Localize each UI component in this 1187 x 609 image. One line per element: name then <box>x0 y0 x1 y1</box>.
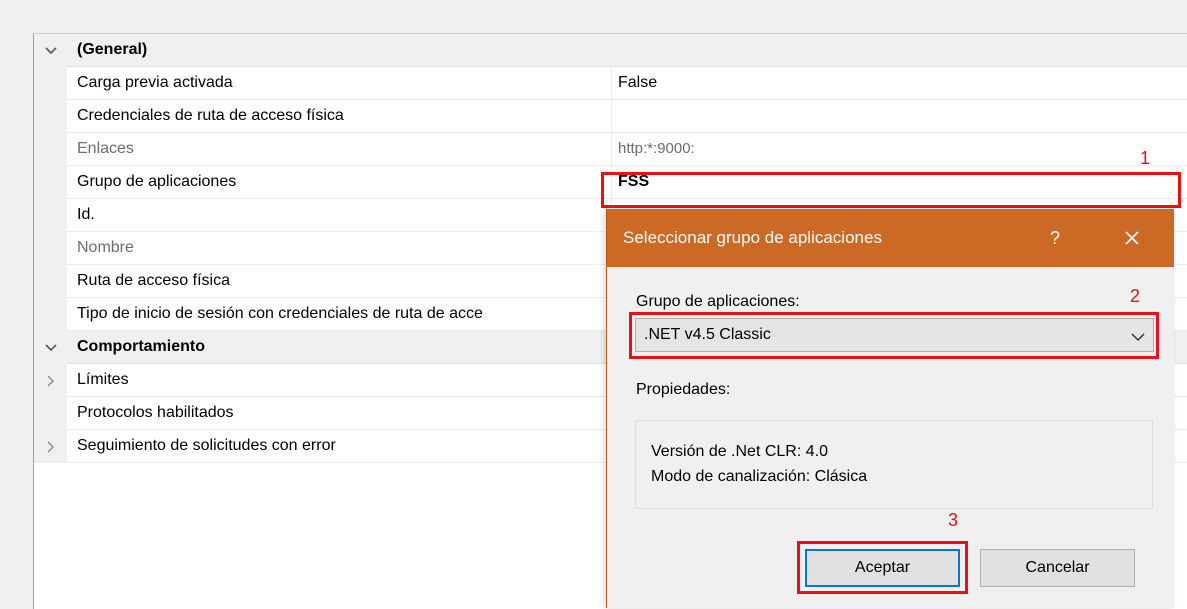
row-gutter <box>34 397 67 430</box>
select-app-pool-dialog: Seleccionar grupo de aplicaciones ? Grup… <box>606 209 1174 608</box>
property-name: Seguimiento de solicitudes con error <box>77 437 336 454</box>
chevron-down-icon[interactable] <box>34 34 67 67</box>
property-name: Nombre <box>77 239 134 256</box>
property-name: Credenciales de ruta de acceso física <box>77 107 344 124</box>
dialog-title: Seleccionar grupo de aplicaciones <box>623 228 882 247</box>
chevron-down-icon[interactable] <box>34 331 67 364</box>
annotation-number: 2 <box>1130 286 1141 306</box>
category-label: Comportamiento <box>77 338 205 355</box>
property-name: Enlaces <box>77 140 134 157</box>
property-name: Grupo de aplicaciones <box>77 173 237 190</box>
app-pool-label: Grupo de aplicaciones: <box>636 293 800 310</box>
property-name: Ruta de acceso física <box>77 272 230 289</box>
properties-group: Versión de .Net CLR: 4.0 Modo de canaliz… <box>635 420 1153 509</box>
highlight-box-app-pool <box>601 172 1181 208</box>
help-button[interactable]: ? <box>1050 209 1060 267</box>
row-gutter <box>34 166 67 199</box>
row-gutter <box>34 67 67 100</box>
category-label: (General) <box>77 41 148 58</box>
category-general[interactable]: (General) <box>34 34 1187 67</box>
property-value[interactable] <box>611 100 1178 132</box>
clr-version-text: Versión de .Net CLR: 4.0 <box>651 443 828 460</box>
dialog-title-bar[interactable]: Seleccionar grupo de aplicaciones ? <box>607 209 1174 267</box>
cancel-button[interactable]: Cancelar <box>980 549 1135 587</box>
property-name: Id. <box>77 206 95 223</box>
properties-label: Propiedades: <box>636 381 731 398</box>
property-name: Tipo de inicio de sesión con credenciale… <box>77 305 483 322</box>
highlight-box-select <box>629 312 1159 359</box>
chevron-right-icon[interactable] <box>34 430 67 463</box>
highlight-box-ok <box>797 541 968 594</box>
property-row[interactable]: Enlaces http:*:9000: <box>34 133 1187 166</box>
annotation-number: 3 <box>948 510 959 530</box>
property-row[interactable]: Credenciales de ruta de acceso física <box>34 100 1187 133</box>
property-row[interactable]: Carga previa activada False <box>34 67 1187 100</box>
property-name: Límites <box>77 371 129 388</box>
annotation-number: 1 <box>1140 148 1151 168</box>
property-name: Carga previa activada <box>77 74 233 91</box>
close-icon[interactable] <box>1121 227 1143 249</box>
row-gutter <box>34 133 67 166</box>
row-gutter <box>34 199 67 232</box>
row-gutter <box>34 100 67 133</box>
row-gutter <box>34 265 67 298</box>
row-gutter <box>34 298 67 331</box>
pipeline-mode-text: Modo de canalización: Clásica <box>651 468 868 485</box>
row-gutter <box>34 232 67 265</box>
property-value[interactable]: http:*:9000: <box>611 133 1178 165</box>
chevron-right-icon[interactable] <box>34 364 67 397</box>
property-name: Protocolos habilitados <box>77 404 234 421</box>
property-value[interactable]: False <box>611 67 1178 99</box>
